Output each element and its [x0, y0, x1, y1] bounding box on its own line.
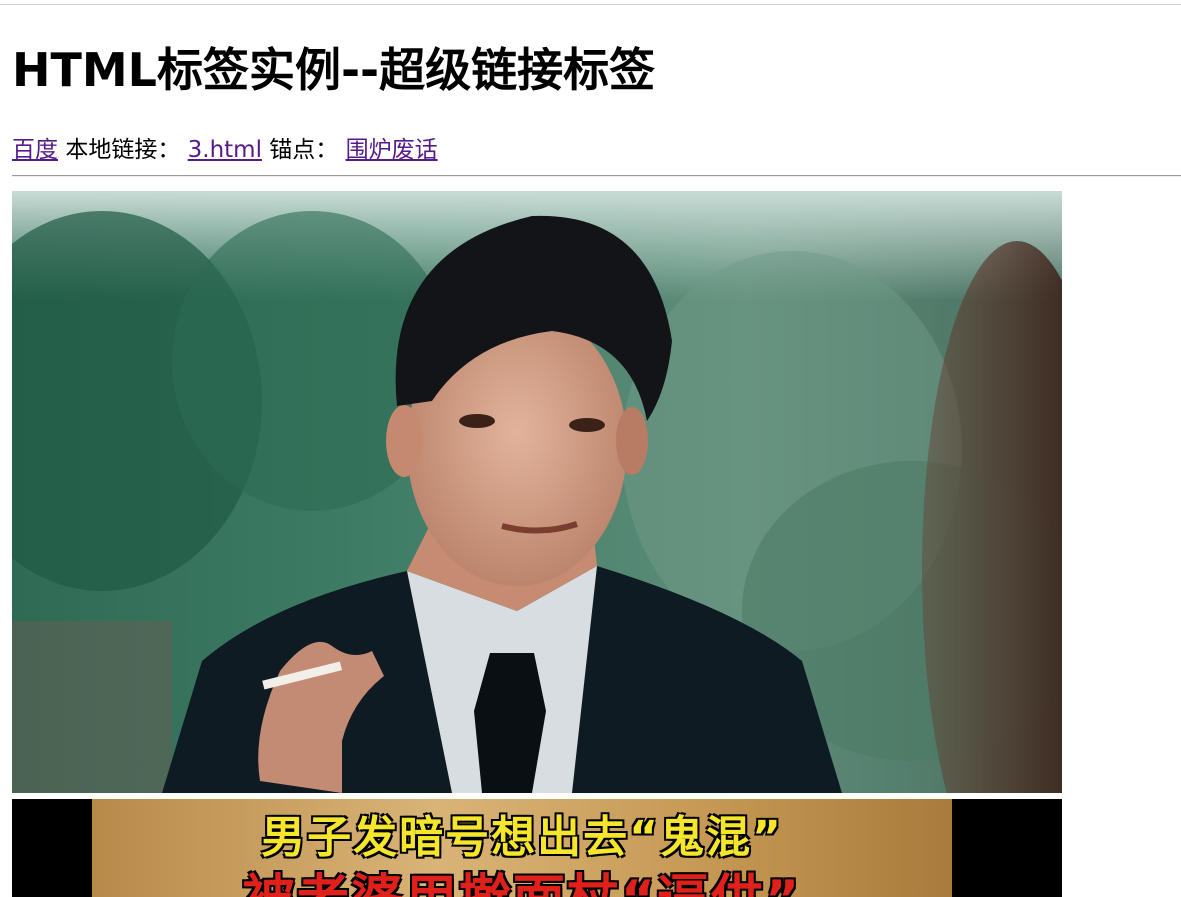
photo-man-in-suit [12, 191, 1062, 793]
local-link-label: 本地链接： [65, 137, 181, 163]
caption-line-1: 男子发暗号想出去“鬼混” [261, 812, 783, 863]
top-border [0, 4, 1181, 5]
anchor-link[interactable]: 围炉废话 [346, 137, 438, 163]
caption-line-2: 被老婆用擀面杖“逼供” [92, 857, 952, 897]
baidu-link[interactable]: 百度 [12, 137, 58, 163]
page-title: HTML标签实例--超级链接标签 [12, 43, 656, 97]
horizontal-rule [12, 175, 1181, 177]
caption-background: 男子发暗号想出去“鬼混” 被老婆用擀面杖“逼供” [92, 799, 952, 897]
links-line: 百度 本地链接： 3.html 锚点： 围炉废话 [12, 134, 438, 166]
anchor-label: 锚点： [269, 137, 339, 163]
local-link[interactable]: 3.html [188, 137, 262, 163]
photo-caption-banner: 男子发暗号想出去“鬼混” 被老婆用擀面杖“逼供” [12, 799, 1062, 897]
